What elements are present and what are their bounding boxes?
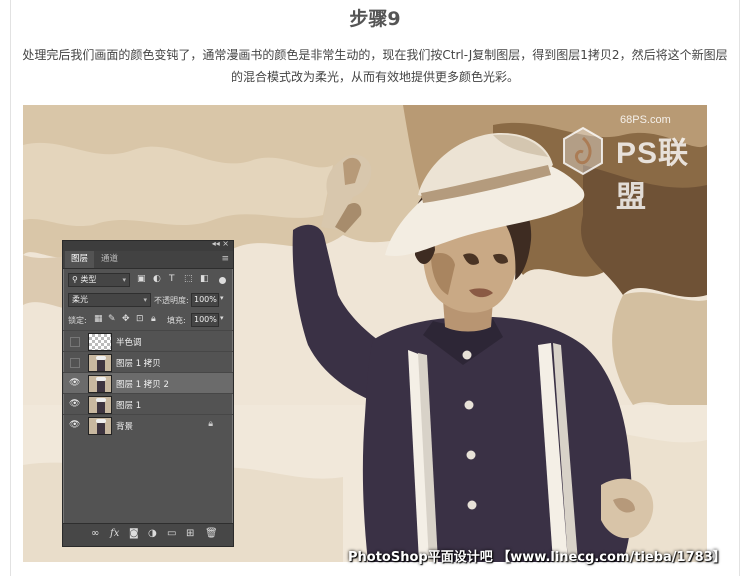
layer-name: 图层 1 拷贝 2	[116, 380, 169, 390]
ps-union-logo-icon	[563, 126, 603, 176]
panel-menu-icon[interactable]: ≡	[221, 254, 229, 264]
blend-mode-select[interactable]: 柔光 ▾	[68, 293, 151, 307]
visibility-toggle[interactable]	[70, 337, 80, 347]
layer-thumbnail	[88, 417, 112, 435]
fx-icon[interactable]: fx	[110, 528, 119, 539]
mask-icon[interactable]: ◙	[129, 528, 139, 539]
tab-channels[interactable]: 通道	[95, 251, 124, 268]
layer-row[interactable]: 图层 1 拷贝	[63, 351, 233, 372]
step-title: 步骤9	[349, 8, 401, 30]
filter-toggle-icon[interactable]	[219, 277, 226, 284]
lock-icon: 🔒︎	[208, 419, 213, 429]
opacity-chevron-icon[interactable]: ▾	[220, 294, 224, 302]
layer-row-selected[interactable]: 👁︎ 图层 1 拷贝 2	[63, 372, 233, 393]
blend-row: 柔光 ▾ 不透明度: 100% ▾	[63, 292, 233, 308]
layer-row[interactable]: 半色调	[63, 330, 233, 351]
layer-thumbnail	[88, 354, 112, 372]
opacity-label: 不透明度:	[154, 296, 189, 305]
lock-label: 锁定:	[68, 316, 87, 325]
fill-label: 填充:	[167, 316, 186, 325]
lock-transparent-icon[interactable]: ▦	[94, 314, 103, 324]
layer-thumbnail	[88, 375, 112, 393]
layer-name: 背景	[116, 422, 134, 432]
filter-kind-value: 类型	[80, 275, 97, 284]
watermark-logo: 68PS.com PS联盟	[560, 112, 710, 214]
filter-kind-select[interactable]: ⚲ 类型 ▾	[68, 273, 130, 287]
collapse-icon[interactable]: ◂◂ ×	[212, 239, 229, 248]
filter-smart-object-icon[interactable]: ◧	[200, 274, 209, 284]
eye-icon[interactable]: 👁︎	[69, 378, 80, 388]
layer-thumbnail	[88, 396, 112, 414]
watermark-site: 68PS.com	[620, 114, 671, 126]
step-description: 处理完后我们画面的颜色变钝了，通常漫画书的颜色是非常生动的，现在我们按Ctrl-…	[22, 48, 728, 84]
eye-icon[interactable]: 👁︎	[69, 399, 80, 409]
eye-icon[interactable]: 👁︎	[69, 420, 80, 430]
link-icon[interactable]: ∞	[91, 528, 99, 539]
chevron-down-icon: ▾	[143, 296, 147, 304]
adjustment-icon[interactable]: ◑	[148, 528, 157, 539]
fill-chevron-icon[interactable]: ▾	[220, 314, 224, 322]
layer-thumbnail	[88, 333, 112, 351]
watermark-credit: PhotoShop平面设计吧 【www.linecg.com/tieba/178…	[348, 550, 726, 565]
layer-row[interactable]: 👁︎ 背景 🔒︎	[63, 414, 233, 435]
filter-adjustment-icon[interactable]: ◐	[153, 274, 161, 284]
visibility-toggle[interactable]	[70, 358, 80, 368]
lock-position-icon[interactable]: ✥	[122, 314, 130, 324]
group-icon[interactable]: ▭	[167, 528, 176, 539]
trash-icon[interactable]: 🗑︎	[205, 528, 218, 539]
chevron-down-icon: ▾	[122, 276, 126, 284]
fill-input[interactable]: 100%	[191, 313, 219, 327]
filter-shape-icon[interactable]: ⬚	[184, 274, 193, 284]
layer-name: 图层 1 拷贝	[116, 359, 161, 369]
page-frame-left	[0, 0, 11, 576]
opacity-input[interactable]: 100%	[191, 293, 219, 307]
new-layer-icon[interactable]: ⊞	[186, 528, 194, 539]
layer-name: 图层 1	[116, 401, 142, 411]
panel-bottom-toolbar: ∞ fx ◙ ◑ ▭ ⊞ 🗑︎	[63, 523, 233, 546]
filter-type-icon[interactable]: T	[169, 274, 175, 284]
lock-image-icon[interactable]: ✎	[108, 314, 116, 324]
watermark-brand: PS联盟	[616, 137, 690, 214]
layer-row[interactable]: 👁︎ 图层 1	[63, 393, 233, 414]
lock-row: 锁定: ▦ ✎ ✥ ⊡ 🔒︎ 填充: 100% ▾	[63, 312, 233, 328]
layers-panel: ◂◂ × 图层 通道 ≡ ⚲ 类型 ▾ ▣ ◐ T ⬚ ◧ 柔光 ▾ 不透明度: 1…	[62, 239, 234, 547]
lock-artboard-icon[interactable]: ⊡	[136, 314, 144, 324]
filter-pixel-icon[interactable]: ▣	[137, 274, 146, 284]
page-frame-right	[739, 0, 750, 576]
tab-layers[interactable]: 图层	[65, 251, 95, 268]
panel-tabs: 图层 通道 ≡	[63, 251, 233, 269]
blend-mode-value: 柔光	[72, 295, 88, 304]
filter-row: ⚲ 类型 ▾ ▣ ◐ T ⬚ ◧	[63, 272, 233, 288]
lock-all-icon[interactable]: 🔒︎	[151, 314, 156, 324]
layer-name: 半色调	[116, 338, 142, 348]
panel-titlebar[interactable]: ◂◂ ×	[63, 239, 233, 251]
